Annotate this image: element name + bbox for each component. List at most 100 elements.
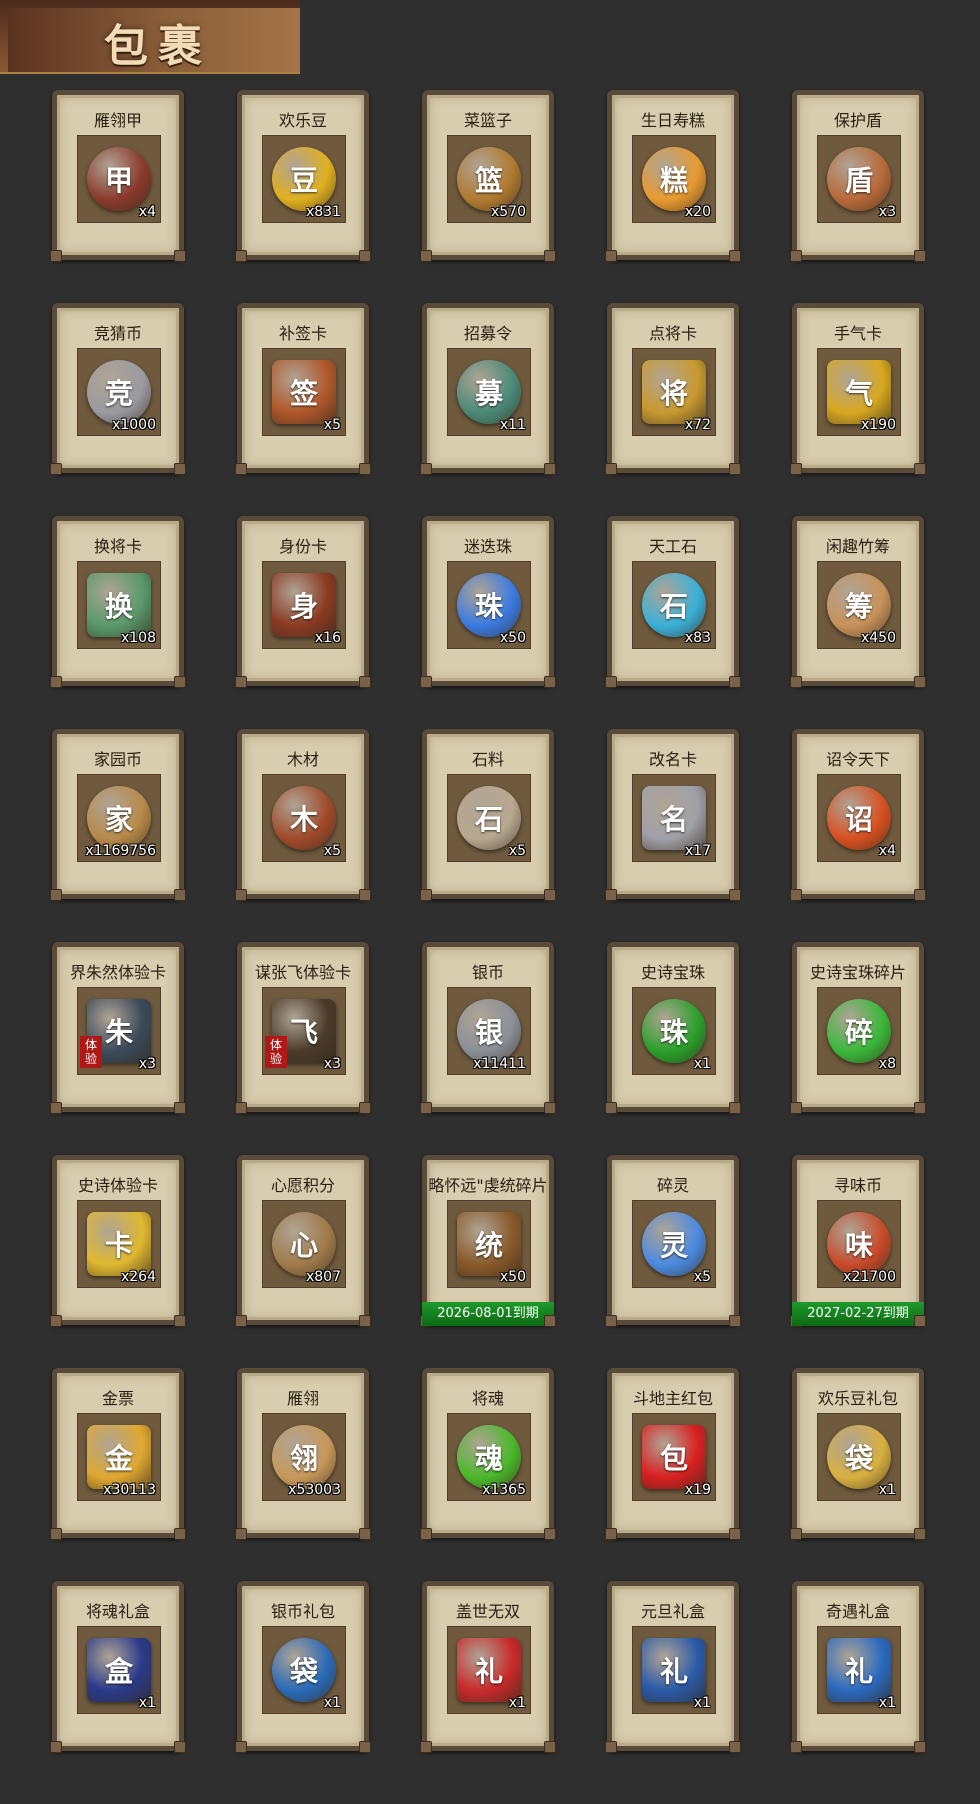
inventory-item[interactable]: 竞猜币竞 x1000 xyxy=(50,303,186,475)
blue-gift-icon: 礼 xyxy=(642,1638,706,1702)
wood-icon: 木 xyxy=(272,786,336,850)
inventory-item[interactable]: 家园币家 x1169756 xyxy=(50,729,186,901)
item-icon-frame: 篮 x570 xyxy=(447,135,531,223)
item-name: 界朱然体验卡 xyxy=(69,963,166,982)
inventory-item[interactable]: 诏令天下诏 x4 xyxy=(790,729,926,901)
inventory-item[interactable]: 木材木 x5 xyxy=(235,729,371,901)
inventory-item[interactable]: 手气卡气 x190 xyxy=(790,303,926,475)
inventory-item[interactable]: 银币礼包袋 x1 xyxy=(235,1581,371,1753)
gold-beans-icon: 豆 xyxy=(272,147,336,211)
item-name: 点将卡 xyxy=(648,324,697,343)
item-icon-frame: 换 x108 xyxy=(77,561,161,649)
item-name: 史诗宝珠碎片 xyxy=(809,963,906,982)
item-count: x264 xyxy=(120,1269,156,1285)
item-icon-frame: 朱体验 x3 xyxy=(77,987,161,1075)
inventory-item[interactable]: 改名卡名 x17 xyxy=(605,729,741,901)
inventory-item[interactable]: 点将卡将 x72 xyxy=(605,303,741,475)
item-icon-frame: 珠 x1 xyxy=(632,987,716,1075)
inventory-item[interactable]: 雁翎翎 x53003 xyxy=(235,1368,371,1540)
item-count: x3 xyxy=(878,204,896,220)
item-count: x807 xyxy=(305,1269,341,1285)
item-icon-frame: 礼 x1 xyxy=(817,1626,901,1714)
inventory-item[interactable]: 界朱然体验卡朱体验 x3 xyxy=(50,942,186,1114)
inventory-item[interactable]: 欢乐豆礼包袋 x1 xyxy=(790,1368,926,1540)
inventory-item[interactable]: 银币银 x11411 xyxy=(420,942,556,1114)
inventory-item[interactable]: 心愿积分心 x807 xyxy=(235,1155,371,1327)
item-icon-frame: 盾 x3 xyxy=(817,135,901,223)
item-name: 史诗宝珠 xyxy=(640,963,705,982)
inventory-item[interactable]: 史诗宝珠珠 x1 xyxy=(605,942,741,1114)
inventory-item[interactable]: 生日寿糕糕 x20 xyxy=(605,90,741,262)
item-icon-frame: 糕 x20 xyxy=(632,135,716,223)
taste-coin-icon: 味 xyxy=(827,1212,891,1276)
item-name: 金票 xyxy=(101,1389,134,1408)
green-orb-icon: 珠 xyxy=(642,999,706,1063)
green-shard-icon: 碎 xyxy=(827,999,891,1063)
item-count: x11 xyxy=(499,417,526,433)
item-count: x50 xyxy=(499,630,526,646)
inventory-item[interactable]: 换将卡换 x108 xyxy=(50,516,186,688)
item-icon-frame: 灵 x5 xyxy=(632,1200,716,1288)
item-icon-frame: 味 x21700 xyxy=(817,1200,901,1288)
item-count: x50 xyxy=(499,1269,526,1285)
item-name: 诏令天下 xyxy=(825,750,890,769)
silver-coins-icon: 银 xyxy=(457,999,521,1063)
item-count: x1 xyxy=(878,1695,896,1711)
item-name: 略怀远"虔统碎片 xyxy=(428,1176,548,1195)
inventory-item[interactable]: 史诗宝珠碎片碎 x8 xyxy=(790,942,926,1114)
item-icon-frame: 魂 x1365 xyxy=(447,1413,531,1501)
inventory-item[interactable]: 元旦礼盒礼 x1 xyxy=(605,1581,741,1753)
item-count: x20 xyxy=(684,204,711,220)
inventory-item[interactable]: 略怀远"虔统碎片统 x50 2026-08-01到期 xyxy=(420,1155,556,1327)
item-icon-frame: 甲 x4 xyxy=(77,135,161,223)
blue-chest-icon: 盒 xyxy=(87,1638,151,1702)
inventory-item[interactable]: 石料石 x5 xyxy=(420,729,556,901)
inventory-item[interactable]: 迷迭珠珠 x50 xyxy=(420,516,556,688)
item-count: x1000 xyxy=(112,417,156,433)
inventory-item[interactable]: 欢乐豆豆 x831 xyxy=(235,90,371,262)
gold-sack-icon: 袋 xyxy=(827,1425,891,1489)
inventory-item[interactable]: 雁翎甲甲 x4 xyxy=(50,90,186,262)
expire-banner: 2026-08-01到期 xyxy=(422,1302,554,1326)
item-count: x5 xyxy=(508,843,526,859)
rename-card-icon: 名 xyxy=(642,786,706,850)
identity-card-icon: 身 xyxy=(272,573,336,637)
inventory-item[interactable]: 将魂礼盒盒 x1 xyxy=(50,1581,186,1753)
inventory-grid: 雁翎甲甲 x4 欢乐豆豆 x831 菜篮子篮 x570 生日寿糕糕 x20 保护盾盾 x3 竞猜币竞… xyxy=(50,90,926,1753)
item-icon-frame: 盒 x1 xyxy=(77,1626,161,1714)
shield-icon: 盾 xyxy=(827,147,891,211)
item-name: 欢乐豆 xyxy=(278,111,327,130)
item-count: x1 xyxy=(693,1695,711,1711)
inventory-item[interactable]: 菜篮子篮 x570 xyxy=(420,90,556,262)
inventory-item[interactable]: 金票金 x30113 xyxy=(50,1368,186,1540)
inventory-item[interactable]: 天工石石 x83 xyxy=(605,516,741,688)
inventory-item[interactable]: 补签卡签 x5 xyxy=(235,303,371,475)
inventory-item[interactable]: 将魂魂 x1365 xyxy=(420,1368,556,1540)
silver-coin-icon: 竞 xyxy=(87,360,151,424)
home-coin-icon: 家 xyxy=(87,786,151,850)
item-name: 奇遇礼盒 xyxy=(825,1602,890,1621)
item-icon-frame: 礼 x1 xyxy=(632,1626,716,1714)
inventory-item[interactable]: 身份卡身 x16 xyxy=(235,516,371,688)
trial-badge: 体验 xyxy=(80,1036,102,1068)
inventory-item[interactable]: 闲趣竹筹筹 x450 xyxy=(790,516,926,688)
item-count: x450 xyxy=(860,630,896,646)
item-icon-frame: 石 x5 xyxy=(447,774,531,862)
inventory-item[interactable]: 保护盾盾 x3 xyxy=(790,90,926,262)
page-title: 包裹 xyxy=(104,21,212,72)
inventory-item[interactable]: 奇遇礼盒礼 x1 xyxy=(790,1581,926,1753)
item-count: x1 xyxy=(138,1695,156,1711)
decree-scroll-icon: 诏 xyxy=(827,786,891,850)
item-icon-frame: 统 x50 xyxy=(447,1200,531,1288)
inventory-item[interactable]: 招募令募 x11 xyxy=(420,303,556,475)
inventory-item[interactable]: 碎灵灵 x5 xyxy=(605,1155,741,1327)
feather-icon: 翎 xyxy=(272,1425,336,1489)
inventory-item[interactable]: 盖世无双礼 x1 xyxy=(420,1581,556,1753)
item-icon-frame: 袋 x1 xyxy=(817,1413,901,1501)
sign-card-icon: 签 xyxy=(272,360,336,424)
inventory-item[interactable]: 寻味币味 x21700 2027-02-27到期 xyxy=(790,1155,926,1327)
inventory-item[interactable]: 斗地主红包包 x19 xyxy=(605,1368,741,1540)
inventory-item[interactable]: 谋张飞体验卡飞体验 x3 xyxy=(235,942,371,1114)
inventory-item[interactable]: 史诗体验卡卡 x264 xyxy=(50,1155,186,1327)
item-icon-frame: 筹 x450 xyxy=(817,561,901,649)
